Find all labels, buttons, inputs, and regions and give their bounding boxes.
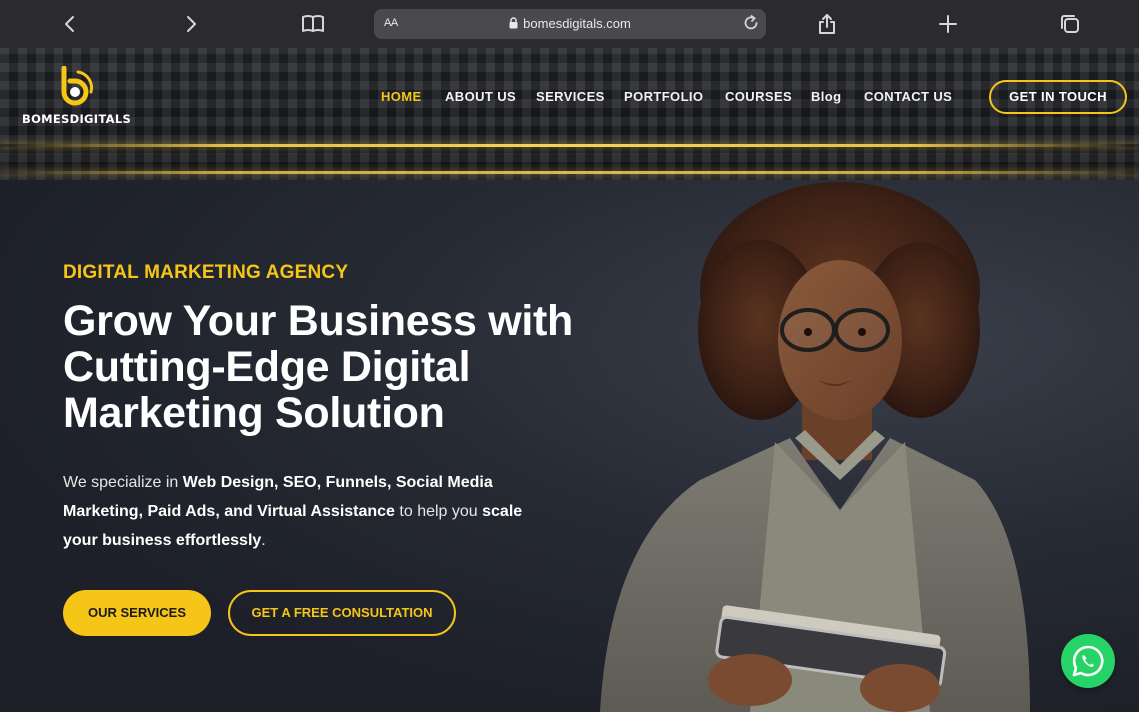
logo-mark [61, 66, 94, 106]
reload-button[interactable] [742, 14, 760, 37]
nav-home[interactable]: HOME [381, 89, 422, 104]
url-text: bomesdigitals.com [523, 16, 631, 31]
chevron-left-icon [65, 16, 74, 32]
intro-text-2: to help you [394, 503, 483, 520]
free-consultation-button[interactable]: GET A FREE CONSULTATION [228, 590, 456, 636]
header-divider-top [0, 144, 1139, 147]
nav-about-us[interactable]: ABOUT US [445, 89, 516, 104]
tabs-overview-button[interactable] [1056, 10, 1084, 38]
site-logo[interactable]: BOMESDIGITALS [22, 66, 136, 130]
logo-text: BOMESDIGITALS [22, 112, 132, 126]
browser-toolbar: AA bomesdigitals.com [0, 0, 1139, 48]
hero-section: DIGITAL MARKETING AGENCY Grow Your Busin… [0, 180, 1139, 712]
headline-line-2: Cutting-Edge Digital [63, 343, 471, 391]
forward-button[interactable] [177, 10, 205, 38]
tabs-icon [1061, 15, 1079, 33]
lock-icon [509, 17, 518, 29]
headline-line-1: Grow Your Business with [63, 297, 573, 345]
plus-icon [939, 15, 957, 33]
headline-line-3: Marketing Solution [63, 389, 445, 437]
reload-icon [744, 15, 758, 30]
chevron-right-icon [187, 16, 196, 32]
share-icon [819, 14, 835, 34]
reader-button[interactable] [299, 10, 327, 38]
back-button[interactable] [56, 10, 84, 38]
hero-portrait-image [600, 182, 1030, 712]
new-tab-button[interactable] [934, 10, 962, 38]
hero-headline: Grow Your Business with Cutting-Edge Dig… [63, 298, 603, 436]
intro-text-3: . [261, 532, 266, 549]
get-in-touch-button[interactable]: GET IN TOUCH [989, 80, 1127, 114]
nav-services[interactable]: SERVICES [536, 89, 605, 104]
nav-blog[interactable]: Blog [811, 89, 841, 104]
site-header: BOMESDIGITALS HOME ABOUT US SERVICES POR… [0, 48, 1139, 180]
whatsapp-icon [1072, 645, 1104, 677]
intro-text-1: We specialize in [63, 474, 183, 491]
header-divider-bottom [0, 171, 1139, 174]
hero-intro: We specialize in Web Design, SEO, Funnel… [63, 468, 543, 555]
nav-courses[interactable]: COURSES [725, 89, 792, 104]
nav-portfolio[interactable]: PORTFOLIO [624, 89, 703, 104]
book-icon [302, 15, 324, 32]
whatsapp-chat-button[interactable] [1061, 634, 1115, 688]
nav-contact-us[interactable]: CONTACT US [864, 89, 952, 104]
hero-eyebrow: DIGITAL MARKETING AGENCY [63, 262, 349, 283]
our-services-button[interactable]: OUR SERVICES [63, 590, 211, 636]
share-button[interactable] [813, 10, 841, 38]
address-bar[interactable]: AA bomesdigitals.com [374, 9, 766, 39]
